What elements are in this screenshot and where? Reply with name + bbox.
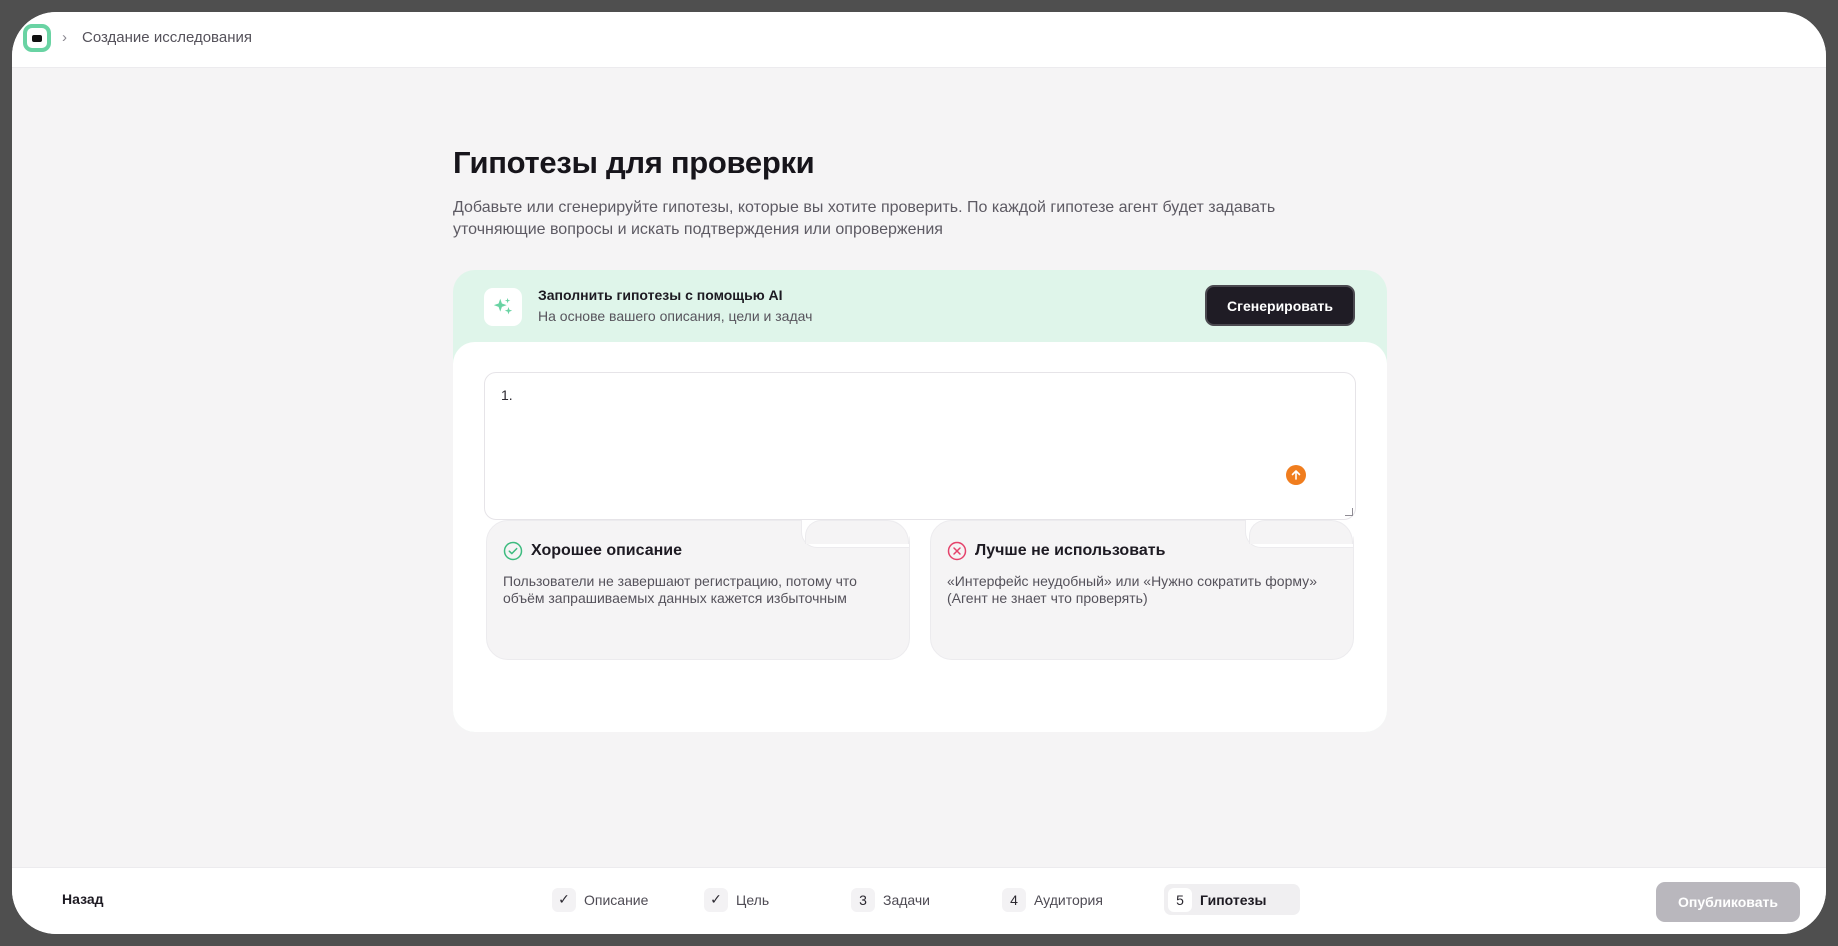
- top-bar: › Создание исследования: [12, 12, 1826, 68]
- good-example-card: Хорошее описание Пользователи не заверша…: [486, 520, 910, 660]
- page-title: Гипотезы для проверки: [453, 145, 815, 180]
- page-header: Гипотезы для проверки Добавьте или сгене…: [453, 145, 1387, 241]
- step-audience[interactable]: 4 Аудитория: [1002, 884, 1103, 915]
- page-subtitle: Добавьте или сгенерируйте гипотезы, кото…: [453, 199, 1276, 238]
- step-number: 5: [1168, 887, 1192, 912]
- resize-handle[interactable]: [1345, 508, 1353, 516]
- sparkles-icon: [484, 288, 522, 326]
- step-label: Описание: [584, 891, 649, 908]
- step-tasks[interactable]: 3 Задачи: [851, 884, 930, 915]
- ai-banner-subtitle: На основе вашего описания, цели и задач: [538, 308, 813, 324]
- step-goal[interactable]: ✓ Цель: [704, 884, 769, 915]
- app-logo-icon[interactable]: [23, 24, 51, 52]
- check-circle-icon: [503, 541, 523, 561]
- back-button[interactable]: Назад: [62, 891, 104, 907]
- step-hypotheses[interactable]: 5 Гипотезы: [1164, 884, 1301, 915]
- step-label: Гипотезы: [1200, 891, 1267, 908]
- step-label: Аудитория: [1034, 891, 1103, 908]
- card-tab: [805, 520, 909, 544]
- generate-button[interactable]: Сгенерировать: [1205, 285, 1355, 326]
- bad-example-text: «Интерфейс неудобный» или «Нужно сократи…: [947, 573, 1318, 606]
- sparkles-icon-svg: [493, 297, 513, 315]
- hypotheses-editor: 1. Хорошее описание Пользователи не заве: [453, 342, 1387, 732]
- hypotheses-textarea[interactable]: 1.: [484, 372, 1356, 520]
- good-example-text: Пользователи не завершают регистрацию, п…: [503, 573, 857, 606]
- ai-banner-title: Заполнить гипотезы с помощью AI: [538, 287, 783, 303]
- step-number: 3: [851, 887, 875, 912]
- wizard-footer: Назад ✓ Описание ✓ Цель 3 Задачи 4 Аудит…: [12, 867, 1826, 934]
- good-example-title: Хорошее описание: [531, 542, 683, 559]
- bad-example-title: Лучше не использовать: [975, 542, 1166, 559]
- app-window: › Создание исследования Гипотезы для про…: [12, 12, 1826, 934]
- logo-mark: [32, 34, 42, 42]
- bad-example-header: Лучше не использовать: [947, 541, 1165, 561]
- step-number: 4: [1002, 887, 1026, 912]
- x-circle-icon: [947, 541, 967, 561]
- arrow-up-icon-svg: [1291, 470, 1301, 480]
- publish-button[interactable]: Опубликовать: [1656, 882, 1800, 922]
- step-description[interactable]: ✓ Описание: [552, 884, 648, 915]
- step-check-icon: ✓: [704, 887, 728, 912]
- chevron-right-icon: ›: [62, 29, 67, 46]
- arrow-up-icon[interactable]: [1286, 465, 1306, 485]
- good-example-header: Хорошее описание: [503, 541, 682, 561]
- step-label: Цель: [736, 891, 770, 908]
- breadcrumb-current: Создание исследования: [82, 29, 252, 46]
- card-tab: [1249, 520, 1353, 544]
- step-check-icon: ✓: [552, 887, 576, 912]
- bad-example-card: Лучше не использовать «Интерфейс неудобн…: [930, 520, 1354, 660]
- hypotheses-panel: Заполнить гипотезы с помощью AI На основ…: [453, 270, 1387, 732]
- step-label: Задачи: [883, 891, 931, 908]
